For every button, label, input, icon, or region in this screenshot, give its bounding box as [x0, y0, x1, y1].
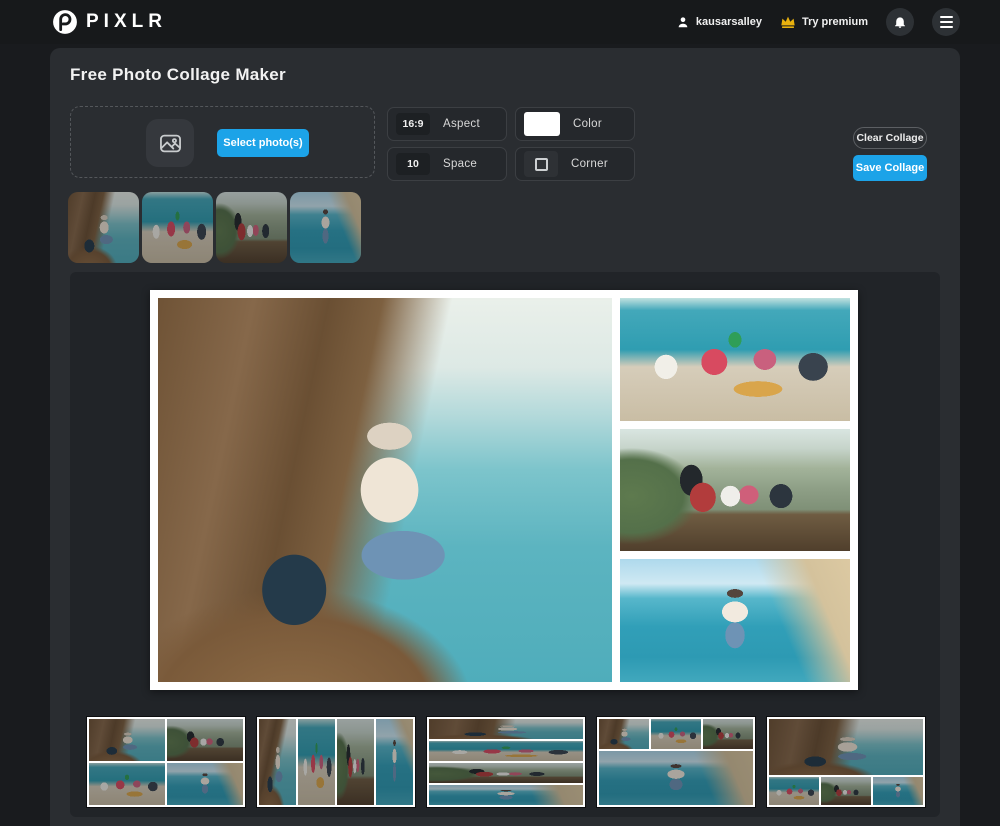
corner-icon-tile	[524, 151, 558, 177]
collage-workspace	[70, 272, 940, 817]
photo-thumbnail-4[interactable]	[290, 192, 361, 263]
collage-cell-photo-4[interactable]	[620, 559, 850, 683]
template-cell	[429, 763, 583, 783]
collage-cell-photo-3[interactable]	[620, 428, 850, 552]
select-photos-button[interactable]: Select photo(s)	[217, 129, 309, 157]
template-one-top-three-bottom[interactable]	[767, 717, 925, 807]
corner-label: Corner	[571, 158, 608, 170]
color-label: Color	[573, 118, 602, 130]
color-control[interactable]: Color	[515, 107, 635, 141]
aspect-control[interactable]: 16:9 Aspect	[387, 107, 507, 141]
aspect-label: Aspect	[443, 118, 480, 130]
template-cell	[873, 777, 923, 805]
notifications-button[interactable]	[886, 8, 914, 36]
template-cell	[703, 719, 753, 749]
topbar-right: kausarsalley Try premium	[676, 0, 960, 44]
template-cell	[599, 719, 649, 749]
image-icon	[157, 130, 184, 157]
template-cell	[821, 777, 871, 805]
hamburger-icon	[939, 16, 953, 28]
collage-right-column	[620, 298, 850, 683]
try-premium-label: Try premium	[801, 16, 868, 28]
template-cell	[429, 741, 583, 761]
collage-cell-photo-2[interactable]	[620, 298, 850, 421]
collage-cell-photo-1[interactable]	[158, 298, 612, 682]
photo-thumbnail-1[interactable]	[68, 192, 139, 263]
template-row	[87, 717, 925, 807]
template-cell	[429, 785, 583, 805]
color-swatch	[524, 112, 560, 136]
photo-thumbnail-2[interactable]	[142, 192, 213, 263]
template-cell	[167, 763, 243, 805]
main-panel: Free Photo Collage Maker Select photo(s)…	[50, 48, 960, 826]
bell-icon	[893, 15, 907, 29]
template-cell	[429, 719, 583, 739]
space-value: 10	[396, 153, 430, 175]
template-cell	[651, 719, 701, 749]
template-vertical-strips[interactable]	[257, 717, 415, 807]
page-title: Free Photo Collage Maker	[70, 65, 286, 84]
space-label: Space	[443, 158, 478, 170]
try-premium[interactable]: Try premium	[780, 15, 868, 29]
crown-icon	[780, 15, 796, 29]
photo-thumbnail-3[interactable]	[216, 192, 287, 263]
template-cell	[259, 719, 296, 805]
template-cell	[167, 719, 243, 761]
image-placeholder-tile	[146, 119, 194, 167]
clear-collage-button[interactable]: Clear Collage	[853, 127, 927, 149]
menu-button[interactable]	[932, 8, 960, 36]
template-cell	[89, 763, 165, 805]
corner-control[interactable]: Corner	[515, 147, 635, 181]
template-cell	[89, 719, 165, 761]
user-account[interactable]: kausarsalley	[676, 15, 762, 29]
user-icon	[676, 15, 690, 29]
template-three-top-one-bottom[interactable]	[597, 717, 755, 807]
template-grid-2x2[interactable]	[87, 717, 245, 807]
pixlr-logo[interactable]: PIXLR	[52, 9, 167, 35]
user-name: kausarsalley	[695, 16, 762, 28]
collage-preview	[150, 290, 858, 690]
save-collage-button[interactable]: Save Collage	[853, 155, 927, 181]
template-cell	[298, 719, 335, 805]
template-cell	[769, 719, 923, 775]
pixlr-logo-icon	[52, 9, 78, 35]
template-cell	[376, 719, 413, 805]
photo-dropzone[interactable]: Select photo(s)	[70, 106, 375, 178]
space-control[interactable]: 10 Space	[387, 147, 507, 181]
brand-text: PIXLR	[86, 11, 167, 32]
template-cell	[599, 751, 753, 805]
template-cell	[337, 719, 374, 805]
template-cell	[769, 777, 819, 805]
template-horizontal-strips[interactable]	[427, 717, 585, 807]
aspect-value: 16:9	[396, 113, 430, 135]
topbar: PIXLR kausarsalley Try premium	[0, 0, 1000, 44]
corner-icon	[534, 157, 548, 171]
uploaded-photos-row	[68, 192, 361, 263]
